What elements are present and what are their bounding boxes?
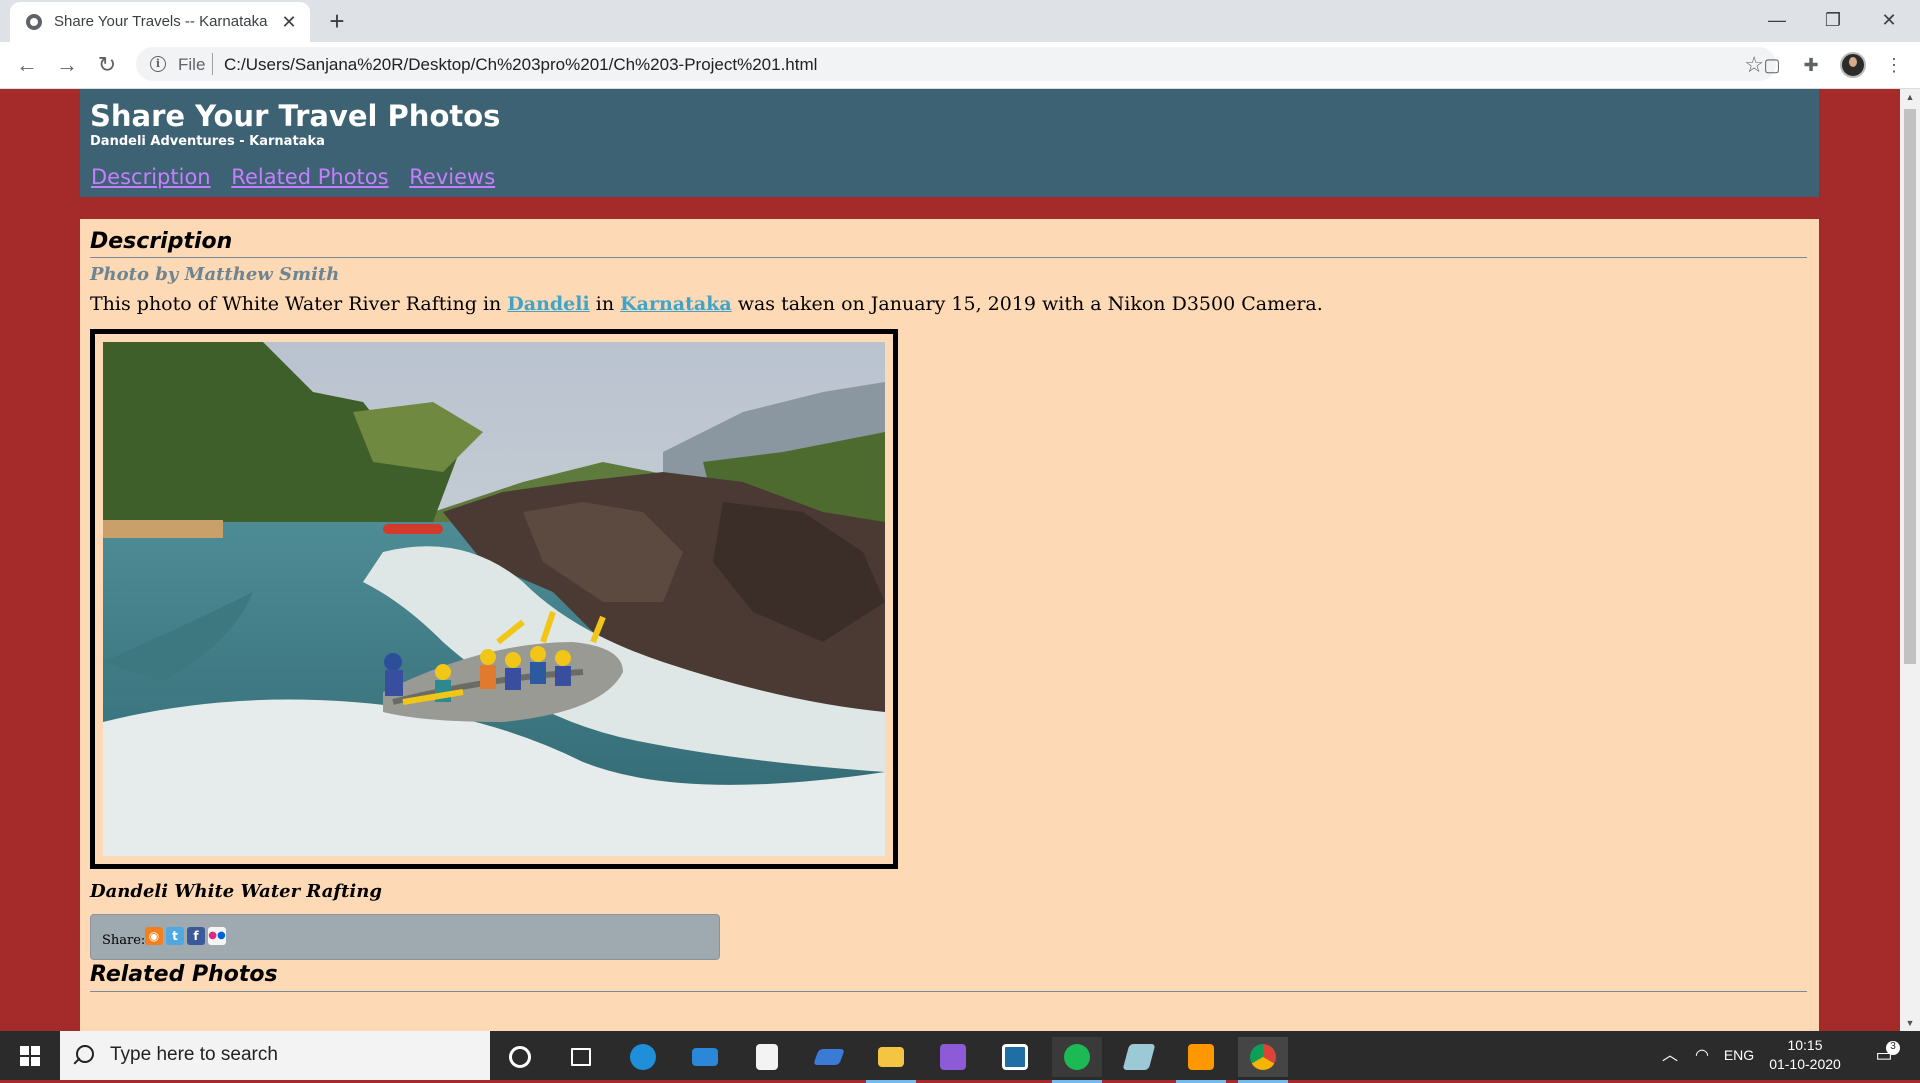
desc-text-after: was taken on January 15, 2019 with a Nik… xyxy=(731,293,1323,315)
photo-credit: Photo by Matthew Smith xyxy=(90,264,340,285)
task-view-icon[interactable] xyxy=(555,1037,605,1077)
profile-avatar[interactable] xyxy=(1840,52,1866,78)
language-indicator[interactable]: ENG xyxy=(1722,1031,1756,1080)
facebook-icon[interactable]: f xyxy=(187,927,205,945)
forward-button[interactable]: → xyxy=(52,50,82,80)
restore-button[interactable]: ❐ xyxy=(1810,4,1856,36)
scroll-down-icon[interactable]: ▼ xyxy=(1900,1015,1920,1031)
clock-date: 01-10-2020 xyxy=(1769,1056,1841,1072)
windows-taskbar: Type here to search ︿ ◠ ENG 10:15 01-10-… xyxy=(0,1031,1920,1083)
twitter-icon[interactable]: t xyxy=(166,927,184,945)
desc-text-mid: in xyxy=(589,293,621,315)
site-subtitle: Dandeli Adventures - Karnataka xyxy=(90,134,325,149)
store-icon[interactable] xyxy=(742,1037,792,1077)
app-icon-framed[interactable] xyxy=(990,1037,1040,1077)
heading-divider xyxy=(90,257,1807,258)
share-label: Share: xyxy=(102,933,146,948)
page-viewport: Share Your Travel Photos Dandeli Adventu… xyxy=(0,89,1900,1031)
search-icon xyxy=(76,1045,94,1063)
clock-time: 10:15 xyxy=(1787,1037,1823,1053)
address-bar[interactable]: i File C:/Users/Sanjana%20R/Desktop/Ch%2… xyxy=(136,47,1776,81)
close-window-button[interactable]: ✕ xyxy=(1866,4,1912,36)
close-tab-icon[interactable]: ✕ xyxy=(278,11,300,33)
sublime-text-icon[interactable] xyxy=(1176,1037,1226,1083)
related-photos-heading: Related Photos xyxy=(90,962,278,987)
photo-frame xyxy=(90,329,898,869)
nav-link-related-photos[interactable]: Related Photos xyxy=(231,165,388,189)
paint-3d-icon[interactable] xyxy=(928,1037,978,1077)
rafting-photo xyxy=(103,342,885,856)
new-tab-button[interactable]: + xyxy=(322,6,352,36)
minimize-button[interactable]: — xyxy=(1754,4,1800,36)
url-separator xyxy=(212,53,213,75)
rss-icon[interactable]: ◉ xyxy=(145,927,163,945)
mail-icon[interactable] xyxy=(680,1037,730,1077)
wifi-icon[interactable]: ◠ xyxy=(1690,1031,1714,1080)
karnataka-link[interactable]: Karnataka xyxy=(620,293,732,315)
edge-icon[interactable] xyxy=(618,1037,668,1077)
dandeli-link[interactable]: Dandeli xyxy=(507,293,589,315)
extensions-icon[interactable]: ✚ xyxy=(1798,52,1824,78)
globe-icon xyxy=(26,14,42,30)
search-placeholder: Type here to search xyxy=(110,1044,278,1065)
chrome-icon[interactable] xyxy=(1238,1037,1288,1083)
photo-description: This photo of White Water River Rafting … xyxy=(90,293,1323,315)
page-scrollbar[interactable]: ▲ ▼ xyxy=(1900,89,1920,1031)
show-hidden-icons-icon[interactable]: ︿ xyxy=(1658,1031,1682,1080)
url-text[interactable]: C:/Users/Sanjana%20R/Desktop/Ch%203pro%2… xyxy=(224,55,817,75)
system-clock[interactable]: 10:15 01-10-2020 xyxy=(1760,1036,1850,1074)
file-explorer-icon[interactable] xyxy=(866,1037,916,1083)
reading-list-icon[interactable]: ▢ xyxy=(1759,52,1785,78)
scroll-up-icon[interactable]: ▲ xyxy=(1900,89,1920,105)
nav-link-reviews[interactable]: Reviews xyxy=(409,165,495,189)
site-title: Share Your Travel Photos xyxy=(90,99,501,133)
start-button[interactable] xyxy=(0,1031,60,1080)
back-button[interactable]: ← xyxy=(12,50,42,80)
site-header: Share Your Travel Photos Dandeli Adventu… xyxy=(80,89,1819,197)
browser-chrome: Share Your Travels -- Karnataka ✕ + — ❐ … xyxy=(0,0,1920,89)
tab-strip: Share Your Travels -- Karnataka ✕ + — ❐ … xyxy=(0,0,1920,42)
description-heading: Description xyxy=(90,229,233,254)
device-icon[interactable] xyxy=(804,1037,854,1077)
related-divider xyxy=(90,991,1807,992)
nav-link-description[interactable]: Description xyxy=(91,165,211,189)
main-content: Description Photo by Matthew Smith This … xyxy=(80,219,1819,1031)
desc-text-before: This photo of White Water River Rafting … xyxy=(90,293,508,315)
cortana-icon[interactable] xyxy=(495,1037,545,1077)
tab-title: Share Your Travels -- Karnataka xyxy=(54,13,268,30)
url-scheme: File xyxy=(178,55,206,74)
site-nav: Description Related Photos Reviews xyxy=(91,165,509,189)
notes-icon[interactable] xyxy=(1114,1037,1164,1077)
info-icon[interactable]: i xyxy=(150,56,166,72)
photo-caption: Dandeli White Water Rafting xyxy=(90,881,382,902)
browser-toolbar: ← → ↻ i File C:/Users/Sanjana%20R/Deskto… xyxy=(0,42,1920,89)
menu-icon[interactable]: ⋮ xyxy=(1881,52,1907,78)
taskbar-search[interactable]: Type here to search xyxy=(60,1031,490,1080)
scroll-thumb[interactable] xyxy=(1904,109,1916,664)
flickr-icon[interactable]: ●● xyxy=(208,927,226,945)
reload-button[interactable]: ↻ xyxy=(92,50,122,80)
share-bar: Share: ◉ t f ●● xyxy=(90,914,720,960)
browser-tab[interactable]: Share Your Travels -- Karnataka ✕ xyxy=(10,2,310,42)
notification-count: 3 xyxy=(1886,1041,1900,1055)
notification-center-icon[interactable]: ▭ 3 xyxy=(1864,1031,1904,1080)
spotify-icon[interactable] xyxy=(1052,1037,1102,1083)
